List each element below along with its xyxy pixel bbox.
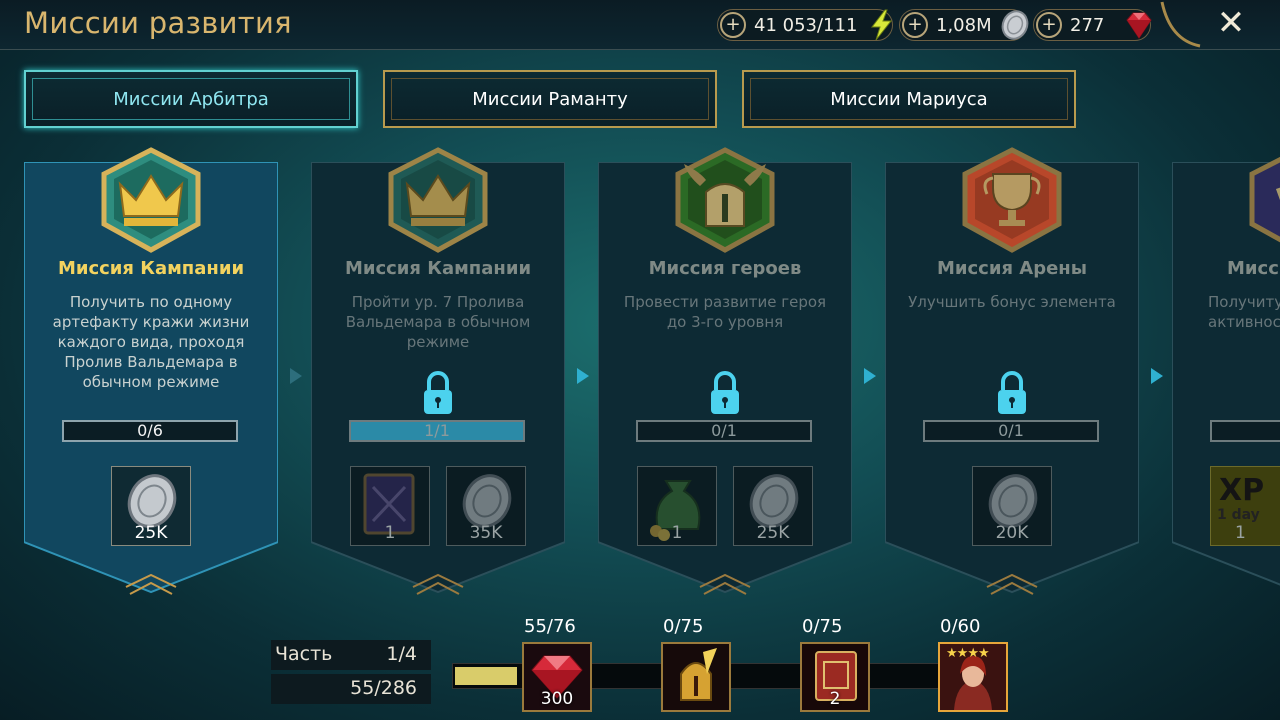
mission-progress-bar: 0/1 [636,420,812,442]
milestone-label: 0/75 [663,616,704,637]
next-arrow-icon [864,368,876,384]
next-arrow-icon [1151,368,1163,384]
milestone-label: 55/76 [524,616,576,637]
page-title: Миссии развития [24,6,292,40]
add-silver-button[interactable]: + [902,12,928,38]
mission-description: Получиту активнос [1208,293,1280,331]
milestone-progress-fill [455,667,517,685]
tab-marius-missions[interactable]: Миссии Мариуса [742,70,1076,128]
add-energy-button[interactable]: + [720,12,746,38]
mission-progress-bar: 0/6 [62,420,238,442]
crown-emblem-icon [101,147,201,253]
part-label: Часть [275,643,333,665]
mission-title: Миссия Арены [936,258,1088,279]
reward-quantity: 35K [469,523,503,543]
mission-progress-text: 0/1 [711,421,737,440]
reward-quantity: 25K [756,523,790,543]
gems-value: 277 [1070,14,1105,36]
crown-emblem-icon [388,147,488,253]
scroll-emblem-icon [1249,156,1280,243]
mission-title: Мисс [1227,258,1279,279]
mission-card[interactable]: Миссия Арены Улучшить бонус элемента 0/1… [885,147,1139,602]
milestone-quantity: 2 [829,689,841,709]
reward-quantity: 25K [134,523,168,543]
reward-slot[interactable]: 25K [733,466,813,546]
reward-quantity: 1 [671,523,683,543]
part-points: 55/286 [350,677,417,699]
mission-description: Пройти ур. 7 Пролива Вальдемара в обычно… [345,293,531,351]
mission-title: Миссия героев [648,258,802,279]
star-rating: ★★★★ [946,646,990,661]
next-arrow-icon [290,368,302,384]
helmet-emblem-icon [675,147,775,253]
ruby-icon [1126,12,1152,39]
xp-boost-icon: XP [1219,473,1265,508]
mission-progress-bar: 1/1 [349,420,525,442]
lock-icon [711,371,739,414]
mission-title: Миссия Кампании [57,258,245,279]
reward-quantity: 1 [1235,523,1246,543]
reward-slot[interactable]: 1 [350,466,430,546]
milestone-label: 0/60 [940,616,981,637]
mission-progress-text: 1/1 [424,421,450,440]
mission-description: Получить по одному артефакту кражи жизни… [52,293,250,391]
mission-progress-bar: 0/1 [923,420,1099,442]
xp-duration: 1 day [1217,507,1260,523]
reward-quantity: 1 [384,523,396,543]
milestone-label: 0/75 [802,616,843,637]
milestone-quantity: 300 [540,689,574,709]
milestone-reward[interactable]: ★★★★ [938,642,1008,712]
tab-label: Миссии Мариуса [830,88,988,110]
points-box: 55/286 [271,674,431,704]
milestone-reward[interactable]: 2 [800,642,870,712]
reward-slot[interactable]: 20K [972,466,1052,546]
star-icon: ★ [946,646,958,661]
reward-slot[interactable]: 35K [446,466,526,546]
star-icon: ★ [977,646,990,661]
mission-progress-text: 0/6 [137,421,163,440]
mission-description: Провести развитие героя до 3-го уровня [623,293,827,331]
mission-progress-bar [1210,420,1280,442]
silver-counter: + 1,08M [899,9,1029,41]
reward-slot[interactable]: XP 1 day 1 [1210,466,1280,546]
lock-icon [998,371,1026,414]
silver-value: 1,08M [936,14,992,36]
mission-progress-text: 0/1 [998,421,1024,440]
lightning-icon [870,9,893,41]
milestone-reward[interactable] [661,642,731,712]
reward-slot[interactable]: 25K [111,466,191,546]
add-gems-button[interactable]: + [1036,12,1062,38]
mission-card[interactable]: Миссия Кампании Пройти ур. 7 Пролива Вал… [311,147,565,602]
tab-label: Миссии Арбитра [113,88,269,110]
star-icon: ★ [956,646,969,661]
card-clip: Мисс Получиту активнос XP 1 day 1 [1172,0,1280,620]
tab-label: Миссии Раманту [472,88,628,110]
reward-quantity: 20K [995,523,1029,543]
silver-coin-icon [1001,10,1029,40]
lock-icon [424,371,452,414]
part-value: 1/4 [386,643,417,665]
mission-card[interactable]: Мисс Получиту активнос XP 1 day 1 [1172,156,1280,602]
mission-card[interactable]: Миссия Кампании Получить по одному артеф… [24,147,278,602]
milestone-reward[interactable]: 300 [522,642,592,712]
energy-value: 41 053/111 [754,14,858,36]
mission-title: Миссия Кампании [344,258,532,279]
next-arrow-icon [577,368,589,384]
top-bar: Миссии развития + 41 053/111 + 1,08M + 2… [0,0,1280,50]
trophy-emblem-icon [962,147,1062,253]
gems-counter: + 277 [1033,9,1152,41]
reward-slot[interactable]: 1 [637,466,717,546]
part-box: Часть 1/4 [271,640,431,670]
energy-counter: + 41 053/111 [717,9,893,41]
tab-ramantu-missions[interactable]: Миссии Раманту [383,70,717,128]
tab-arbiter-missions[interactable]: Миссии Арбитра [24,70,358,128]
mission-description: Улучшить бонус элемента [908,293,1116,311]
star-icon: ★ [967,646,979,661]
golden-helmet-icon [663,644,729,710]
mission-card[interactable]: Миссия героев Провести развитие героя до… [598,147,852,602]
